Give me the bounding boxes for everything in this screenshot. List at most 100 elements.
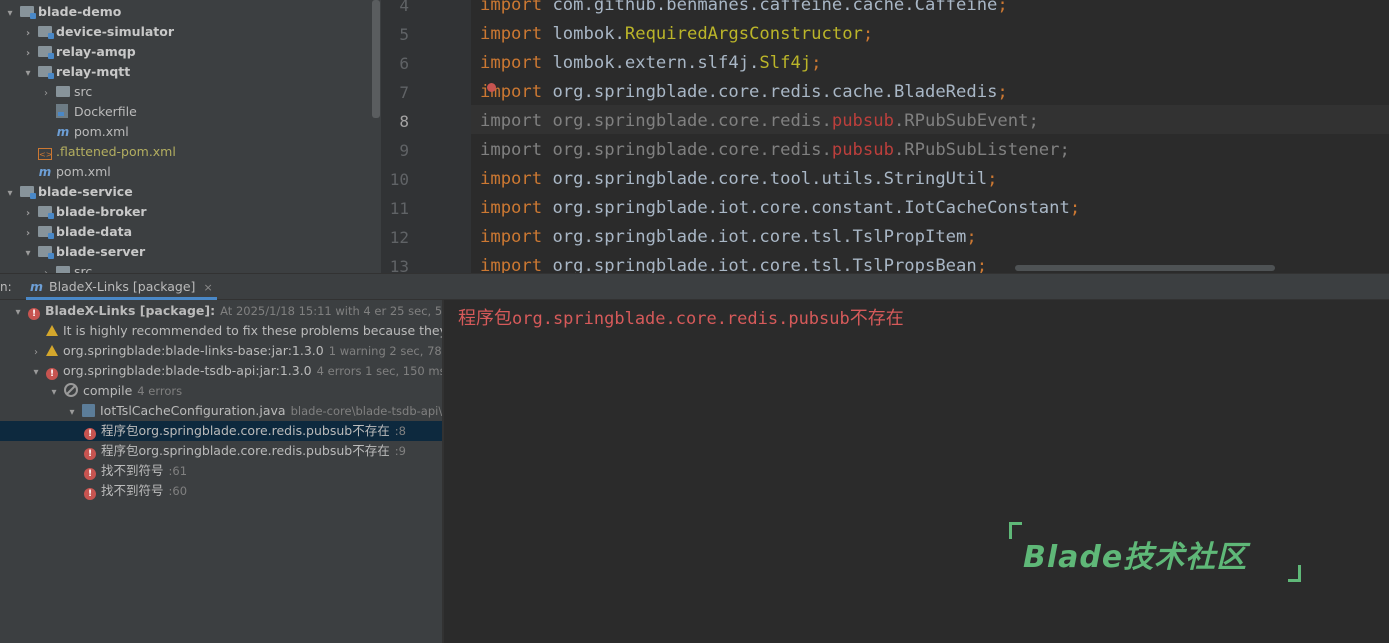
semicolon-token: ;	[966, 227, 977, 247]
package-token: org.springblade.core.redis.cache.	[552, 82, 894, 102]
watermark-logo: Blade技术社区	[1005, 522, 1305, 582]
chevron-down-icon[interactable]: ▾	[22, 64, 34, 84]
build-row-detail: blade-core\blade-tsdb-api\	[290, 404, 442, 418]
build-row-detail: :61	[168, 464, 188, 478]
chevron-down-icon[interactable]: ▾	[4, 184, 16, 204]
code-line[interactable]: import org.springblade.core.redis.pubsub…	[480, 107, 1039, 136]
code-line[interactable]: import com.github.benmanes.caffeine.cach…	[480, 0, 1008, 20]
line-number: 4	[399, 0, 409, 15]
project-tree-item[interactable]: Dockerfile	[40, 102, 137, 122]
class-token: TslPropItem	[852, 227, 967, 247]
semicolon-token: ;	[1028, 111, 1039, 131]
build-row-detail: 4 errors	[137, 384, 183, 398]
keyword-token: import	[480, 53, 543, 73]
build-row-text: 找不到符号	[101, 483, 164, 498]
package-token: lombok.	[552, 24, 625, 44]
build-row-text: BladeX-Links [package]:	[45, 303, 216, 318]
code-line[interactable]: import org.springblade.core.tool.utils.S…	[480, 165, 997, 194]
project-tree-item[interactable]: <> .flattened-pom.xml	[22, 142, 176, 162]
project-tree-item-label: pom.xml	[56, 164, 111, 179]
project-tree-item[interactable]: ▾ relay-mqtt	[22, 62, 130, 82]
error-icon: !	[28, 308, 40, 320]
code-line[interactable]: import lombok.extern.slf4j.Slf4j;	[480, 49, 822, 78]
unresolved-token: pubsub	[831, 140, 894, 160]
chevron-right-icon[interactable]: ›	[30, 343, 42, 363]
project-tree-item-label: src	[74, 264, 93, 273]
project-tree-item[interactable]: ▾ blade-service	[4, 182, 133, 202]
chevron-right-icon[interactable]: ›	[22, 204, 34, 224]
project-tree-item[interactable]: › src	[40, 262, 92, 273]
chevron-down-icon[interactable]: ▾	[4, 4, 16, 24]
project-tree-item[interactable]: › blade-data	[22, 222, 132, 242]
console-prefix: 程序包	[458, 308, 512, 329]
build-row-detail: :60	[168, 484, 188, 498]
build-tree-row[interactable]: It is highly recommended to fix these pr…	[0, 321, 442, 341]
build-row-detail: 4 errors 1 sec, 150 ms	[316, 364, 442, 378]
code-line[interactable]: import lombok.RequiredArgsConstructor;	[480, 20, 873, 49]
build-tree-row[interactable]: ! 程序包org.springblade.core.redis.pubsub不存在…	[0, 421, 442, 441]
semicolon-token: ;	[987, 169, 998, 189]
code-line[interactable]: import org.springblade.core.redis.pubsub…	[480, 136, 1070, 165]
chevron-right-icon[interactable]: ›	[22, 24, 34, 44]
semicolon-token: ;	[862, 24, 874, 44]
module-folder-icon	[38, 46, 54, 59]
keyword-token: import	[480, 227, 543, 247]
build-tree-row[interactable]: ! 找不到符号:60	[0, 481, 442, 501]
package-token: lombok.extern.slf4j.	[552, 53, 760, 73]
build-tree-row[interactable]: ▾! org.springblade:blade-tsdb-api:jar:1.3…	[0, 361, 442, 381]
code-line[interactable]: import org.springblade.iot.core.tsl.TslP…	[480, 223, 977, 252]
error-marker-icon[interactable]	[487, 83, 496, 92]
line-number: 8	[399, 112, 409, 131]
module-folder-icon	[38, 226, 54, 239]
error-icon: !	[84, 428, 96, 440]
tab-bladex-links-package[interactable]: m BladeX-Links [package] ×	[26, 274, 217, 300]
chevron-right-icon[interactable]: ›	[40, 264, 52, 273]
build-tree-row[interactable]: ! 程序包org.springblade.core.redis.pubsub不存在…	[0, 441, 442, 461]
maven-icon: m	[30, 279, 44, 294]
project-tree-item-label: device-simulator	[56, 24, 175, 39]
line-number: 12	[389, 228, 409, 247]
build-tree-row[interactable]: ▾ compile 4 errors	[0, 381, 442, 401]
code-line[interactable]: import org.springblade.core.redis.cache.…	[480, 78, 1008, 107]
chevron-down-icon[interactable]: ▾	[48, 383, 60, 403]
build-output-tree: ▾! BladeX-Links [package]: At 2025/1/18 15…	[0, 300, 442, 643]
build-tree-row[interactable]: ▾ IotTslCacheConfiguration.java blade-core…	[0, 401, 442, 421]
project-tree-item-label: .flattened-pom.xml	[56, 144, 176, 159]
code-line[interactable]: import org.springblade.iot.core.constant…	[480, 194, 1080, 223]
project-tree-item[interactable]: › device-simulator	[22, 22, 174, 42]
build-row-detail: 1 warning 2 sec, 78 ms	[328, 344, 442, 358]
chevron-down-icon[interactable]: ▾	[30, 363, 42, 383]
package-token: org.springblade.core.redis.	[552, 140, 832, 160]
close-icon[interactable]: ×	[203, 281, 212, 294]
folder-icon	[56, 266, 70, 273]
package-token: org.springblade.iot.core.constant.	[552, 198, 905, 218]
chevron-down-icon[interactable]: ▾	[22, 244, 34, 264]
project-scrollbar[interactable]	[372, 0, 380, 118]
error-icon: !	[46, 368, 58, 380]
chevron-right-icon[interactable]: ›	[40, 84, 52, 104]
line-number: 7	[399, 83, 409, 102]
build-tree-row[interactable]: ! 找不到符号:61	[0, 461, 442, 481]
editor-horizontal-scrollbar[interactable]	[1015, 265, 1275, 271]
build-console[interactable]: 程序包org.springblade.core.redis.pubsub不存在	[444, 300, 1389, 643]
chevron-down-icon[interactable]: ▾	[12, 303, 24, 323]
project-tree-item[interactable]: ▾ blade-server	[22, 242, 145, 262]
keyword-token: import	[480, 0, 543, 15]
xml-file-icon: <>	[38, 148, 53, 160]
build-tree-row[interactable]: › org.springblade:blade-links-base:jar:1.…	[0, 341, 442, 361]
build-row-text: 找不到符号	[101, 463, 164, 478]
project-tree-item[interactable]: ▾ blade-demo	[4, 2, 121, 22]
project-tree-item[interactable]: m pom.xml	[40, 122, 129, 142]
project-tree-item-label: blade-broker	[56, 204, 147, 219]
project-tree-item[interactable]: › src	[40, 82, 92, 102]
chevron-down-icon[interactable]: ▾	[66, 403, 78, 423]
unresolved-token: pubsub	[831, 111, 894, 131]
project-tree-item[interactable]: m pom.xml	[22, 162, 111, 182]
project-tree-item[interactable]: › blade-broker	[22, 202, 147, 222]
project-tree-item[interactable]: › relay-amqp	[22, 42, 136, 62]
chevron-right-icon[interactable]: ›	[22, 224, 34, 244]
chevron-right-icon[interactable]: ›	[22, 44, 34, 64]
build-tree-row[interactable]: ▾! BladeX-Links [package]: At 2025/1/18 15…	[0, 301, 442, 321]
maven-file-icon: m	[56, 125, 70, 139]
project-tree-item-label: blade-service	[38, 184, 133, 199]
